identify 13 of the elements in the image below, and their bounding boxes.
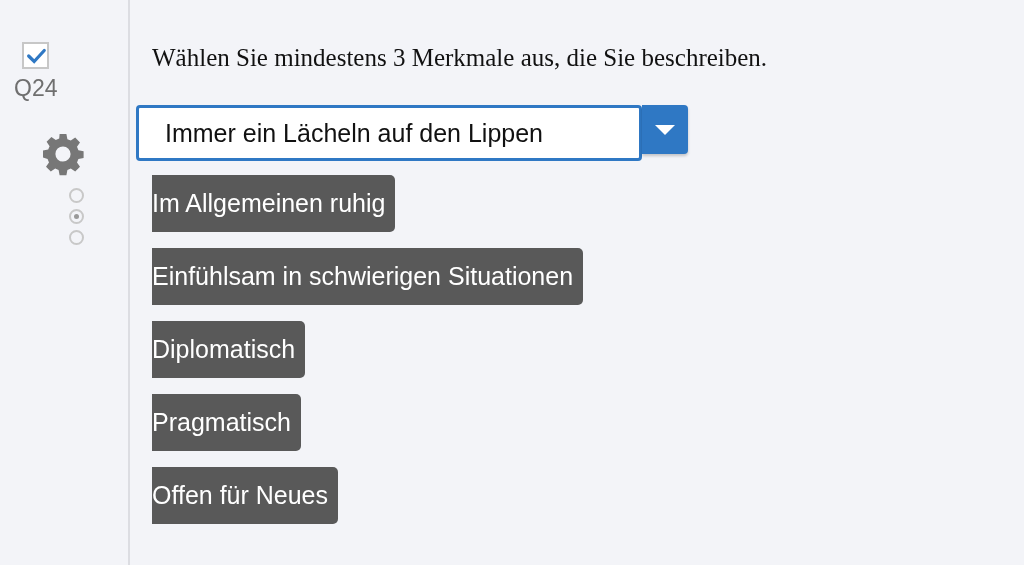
- choice-tag[interactable]: Einfühlsam in schwierigen Situationen: [152, 248, 584, 305]
- page-dot[interactable]: [69, 188, 84, 203]
- choice-tag[interactable]: Im Allgemeinen ruhig: [152, 175, 396, 232]
- page-dot[interactable]: [69, 230, 84, 245]
- dropdown-button[interactable]: [642, 105, 688, 154]
- page-dot[interactable]: [69, 209, 84, 224]
- choice-tag[interactable]: Offen für Neues: [152, 467, 339, 524]
- caret-icon: [655, 124, 675, 135]
- choice-tag[interactable]: Pragmatisch: [152, 394, 301, 451]
- checkbox[interactable]: [22, 42, 49, 69]
- choice-tag[interactable]: Diplomatisch: [152, 321, 306, 378]
- question-text: Wählen Sie mindestens 3 Merkmale aus, die Sie beschreiben.: [152, 44, 769, 72]
- question-number: Q24: [14, 75, 58, 102]
